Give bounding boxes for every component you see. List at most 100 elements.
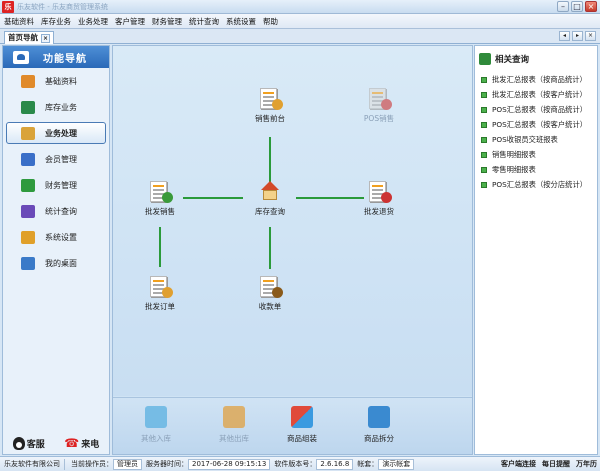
sidebar-header: 功能导航	[3, 46, 109, 68]
app-logo-icon: 乐	[2, 1, 14, 13]
menu-basic-data[interactable]: 基础资料	[4, 16, 34, 27]
menu-help[interactable]: 帮助	[263, 16, 278, 27]
calendar-button[interactable]: 万年历	[573, 459, 600, 469]
bullet-icon	[481, 121, 487, 128]
other-in-button[interactable]: 其他入库	[126, 406, 186, 444]
maximize-button[interactable]: □	[571, 1, 583, 12]
sidebar-item-label: 我的桌面	[45, 258, 77, 268]
company-name: 乐友软件有限公司	[0, 458, 65, 470]
sidebar-item-icon	[21, 178, 35, 192]
sales-counter-label: 销售前台	[255, 114, 285, 123]
puzzle-piece-icon	[368, 406, 390, 428]
sidebar-item-7[interactable]: 我的桌面	[3, 250, 109, 276]
related-query-item[interactable]: POS汇总报表（按商品统计）	[475, 102, 597, 117]
related-query-item[interactable]: POS汇总报表（按客户统计）	[475, 117, 597, 132]
related-header: 相关查询	[475, 46, 597, 72]
menu-statistics[interactable]: 统计查询	[189, 16, 219, 27]
node-pos-sales[interactable]: POS销售	[349, 86, 409, 124]
operator-label: 当前操作员：	[71, 460, 113, 468]
assemble-button[interactable]: 商品组装	[272, 406, 332, 444]
related-query-item[interactable]: 零售明细报表	[475, 162, 597, 177]
related-query-item[interactable]: POS汇总报表（按分店统计）	[475, 177, 597, 192]
sidebar-item-5[interactable]: 统计查询	[3, 198, 109, 224]
sidebar-item-4[interactable]: 财务管理	[3, 172, 109, 198]
sidebar-item-6[interactable]: 系统设置	[3, 224, 109, 250]
bullet-icon	[481, 136, 487, 143]
client-connection-button[interactable]: 客户端连接	[498, 459, 539, 469]
version-value: 2.6.16.8	[316, 458, 354, 470]
related-query-label: 批发汇总报表（按商品统计）	[492, 74, 587, 84]
split-button[interactable]: 商品拆分	[349, 406, 409, 444]
sidebar-item-icon	[21, 152, 35, 166]
function-nav-sidebar: 功能导航 基础资料库存业务业务处理会员管理财务管理统计查询系统设置我的桌面 客服…	[2, 45, 110, 455]
arrow-up-icon	[145, 406, 167, 428]
menu-finance[interactable]: 财务管理	[152, 16, 182, 27]
report-icon	[479, 53, 491, 65]
tab-home-nav[interactable]: 首页导航 ×	[4, 31, 54, 44]
node-receipt[interactable]: 收款单	[240, 274, 300, 312]
receipt-label: 收款单	[258, 302, 282, 311]
related-query-label: 销售明细报表	[492, 149, 536, 159]
menu-bar: 基础资料 库存业务 业务处理 客户管理 财务管理 统计查询 系统设置 帮助	[0, 14, 600, 29]
main-workspace: 销售前台 POS销售 批发销售 库存查询 批发退货 批发订单 收款单 其他入库 …	[112, 45, 473, 455]
node-sales-counter[interactable]: 销售前台	[240, 86, 300, 124]
sidebar-item-icon	[21, 126, 35, 140]
server-time-value: 2017-06-28 09:15:13	[188, 458, 271, 470]
title-bar: 乐 乐友软件 - 乐友商贸管理系统 – □ ×	[0, 0, 600, 14]
node-stock-query[interactable]: 库存查询	[240, 179, 300, 217]
menu-business[interactable]: 业务处理	[78, 16, 108, 27]
sidebar-item-3[interactable]: 会员管理	[3, 146, 109, 172]
wholesale-return-label: 批发退货	[364, 207, 394, 216]
tab-close-icon[interactable]: ×	[41, 33, 50, 43]
related-query-item[interactable]: POS收银员交班报表	[475, 132, 597, 147]
related-query-label: POS收银员交班报表	[492, 134, 558, 144]
sidebar-item-0[interactable]: 基础资料	[3, 68, 109, 94]
menu-settings[interactable]: 系统设置	[226, 16, 256, 27]
node-wholesale-order[interactable]: 批发订单	[130, 274, 190, 312]
qq-icon	[12, 436, 25, 450]
sidebar-item-label: 财务管理	[45, 180, 77, 190]
bullet-icon	[481, 76, 487, 83]
related-query-label: POS汇总报表（按商品统计）	[492, 104, 588, 114]
sidebar-item-2[interactable]: 业务处理	[6, 122, 106, 144]
incoming-call-label: 来电	[81, 439, 100, 450]
wholesale-sales-label: 批发销售	[145, 207, 175, 216]
customer-service-link[interactable]: 客服	[12, 436, 45, 450]
operator-value: 管理员	[113, 458, 142, 470]
node-wholesale-return[interactable]: 批发退货	[349, 179, 409, 217]
sidebar-title: 功能导航	[43, 53, 87, 65]
incoming-call-link[interactable]: ☎ 来电	[64, 437, 99, 450]
sidebar-item-icon	[21, 204, 35, 218]
menu-inventory[interactable]: 库存业务	[41, 16, 71, 27]
bullet-icon	[481, 166, 487, 173]
nav-header-icon	[13, 50, 29, 64]
tab-next-icon[interactable]: ▸	[572, 31, 583, 41]
related-query-label: POS汇总报表（按客户统计）	[492, 119, 588, 129]
tab-label: 首页导航	[8, 33, 38, 42]
minimize-button[interactable]: –	[557, 1, 569, 12]
related-query-item[interactable]: 批发汇总报表（按商品统计）	[475, 72, 597, 87]
puzzle-icon	[291, 406, 313, 428]
related-query-item[interactable]: 销售明细报表	[475, 147, 597, 162]
tab-bar: 首页导航 × ◂ ▸ ×	[0, 29, 600, 44]
stock-query-label: 库存查询	[255, 207, 285, 216]
sidebar-item-label: 统计查询	[45, 206, 77, 216]
related-query-item[interactable]: 批发汇总报表（按客户统计）	[475, 87, 597, 102]
node-wholesale-sales[interactable]: 批发销售	[130, 179, 190, 217]
split-label: 商品拆分	[364, 434, 394, 443]
close-button[interactable]: ×	[585, 1, 597, 12]
arrow-down-icon	[223, 406, 245, 428]
sidebar-item-label: 库存业务	[45, 102, 77, 112]
sidebar-item-label: 会员管理	[45, 154, 77, 164]
menu-customers[interactable]: 客户管理	[115, 16, 145, 27]
related-title: 相关查询	[495, 55, 530, 65]
bullet-icon	[481, 106, 487, 113]
phone-icon: ☎	[64, 436, 80, 450]
tab-prev-icon[interactable]: ◂	[559, 31, 570, 41]
quick-actions-bar: 其他入库 其他出库 商品组装 商品拆分	[113, 397, 472, 454]
related-query-label: 批发汇总报表（按客户统计）	[492, 89, 587, 99]
tab-close-all-icon[interactable]: ×	[585, 31, 596, 41]
other-out-button[interactable]: 其他出库	[204, 406, 264, 444]
sidebar-item-1[interactable]: 库存业务	[3, 94, 109, 120]
daily-reminder-button[interactable]: 每日提醒	[539, 459, 573, 469]
